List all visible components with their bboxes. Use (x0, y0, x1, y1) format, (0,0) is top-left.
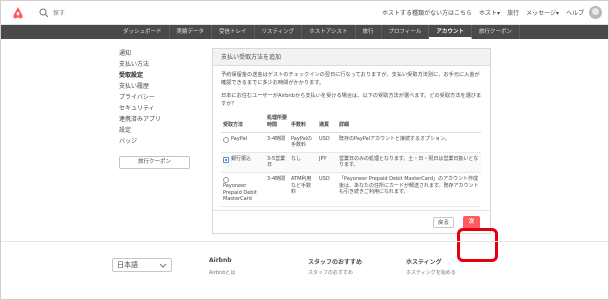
sidebar-item-privacy[interactable]: プライバシー (119, 92, 199, 103)
payout-method-label: 銀行振込 (231, 155, 252, 162)
sidebar-item-settings[interactable]: 設定 (119, 125, 199, 136)
table-row[interactable]: Payoneer Prepaid Debit MasterCard 3-4時間 … (221, 172, 481, 207)
nav-tab-stats[interactable]: 実績データ (170, 25, 213, 39)
column-header-currency: 通貨 (317, 114, 337, 133)
column-header-details: 詳細 (337, 114, 481, 133)
back-button[interactable]: 戻る (432, 217, 454, 228)
payout-method-radio-paypal[interactable] (223, 136, 229, 143)
sidebar-item-connected-apps[interactable]: 連携済みアプリ (119, 114, 199, 125)
top-nav-help[interactable]: ヘルプ (566, 8, 584, 17)
dialog-title: 支払い受取方法を追加 (213, 49, 490, 66)
fee-cell: なし (289, 152, 317, 173)
next-button-highlight (457, 228, 498, 262)
language-select[interactable]: 日本語 (112, 258, 172, 272)
payout-methods-table: 受取方法 処理所要時間 手数料 通貨 詳細 PayPal 3-4時間 PayPa… (221, 114, 481, 207)
sidebar-item-security[interactable]: セキュリティ (119, 103, 199, 114)
nav-tab-account[interactable]: アカウント (429, 25, 472, 39)
processing-time-cell: 3-4時間 (265, 132, 289, 153)
column-header-method: 受取方法 (221, 114, 265, 133)
payout-method-label: PayPal (231, 135, 248, 142)
footer-link[interactable]: Airbnbとは (209, 269, 235, 276)
currency-cell: USD (317, 172, 337, 207)
nav-tab-dashboard[interactable]: ダッシュボード (116, 25, 170, 39)
sidebar-item-notifications[interactable]: 通知 (119, 48, 199, 59)
nav-tab-host-assist[interactable]: ホストアシスト (302, 25, 356, 39)
details-cell: 既存のPayPalアカウントと接続するオプション。 (337, 132, 481, 153)
account-sidebar: 通知 支払い方法 受取設定 支払い履歴 プライバシー セキュリティ 連携済みアプ… (119, 48, 199, 169)
fee-cell: ATM利用など手数料 (289, 172, 317, 207)
sidebar-item-transaction-history[interactable]: 支払い履歴 (119, 81, 199, 92)
nav-tab-trips[interactable]: 旅行 (356, 25, 382, 39)
nav-tab-profile[interactable]: プロフィール (382, 25, 430, 39)
nav-tab-inbox[interactable]: 受信トレイ (212, 25, 255, 39)
payout-method-label: Payoneer Prepaid Debit MasterCard (223, 182, 257, 203)
currency-cell: JPY (317, 152, 337, 173)
language-select-value: 日本語 (117, 261, 138, 269)
processing-time-cell: 3-4時間 (265, 172, 289, 207)
airbnb-logo-icon[interactable] (11, 6, 25, 20)
footer-heading-airbnb: Airbnb (209, 257, 232, 264)
footer-link[interactable]: スタッフのおすすめ (308, 269, 353, 276)
currency-cell: USD (317, 132, 337, 153)
dialog-question-text: 日本にお住むユーザーがAirbnbから支払いを受ける場合は、以下の受取方法が選べ… (221, 93, 482, 107)
processing-time-cell: 3-5営業日 (265, 152, 289, 173)
dialog-footer: 戻る 次 (213, 210, 490, 233)
nav-tab-listings[interactable]: リスティング (255, 25, 303, 39)
payout-method-radio-bank-transfer[interactable] (223, 156, 229, 163)
footer-heading-hosting: ホスティング (406, 259, 442, 266)
dialog-intro-text: 予約保留金の送金はゲストのチェックインの翌日に行なっておりますが、支払い受取方法… (221, 72, 480, 86)
footer-link[interactable]: ホスティングを始める (406, 269, 456, 276)
chevron-down-icon (159, 263, 167, 268)
top-nav-host[interactable]: ホスト▾ (479, 8, 500, 17)
fee-cell: PayPalの手数料 (289, 132, 317, 153)
app-window: 探す ホストする種類がない方はこちら ホスト▾ 旅行 メッセージ▾ ヘルプ ダッ… (0, 0, 609, 300)
details-cell: 営業日のみの処理となります。土・日・祝日は営業日扱いとなります。 (337, 152, 481, 173)
column-header-fee: 手数料 (289, 114, 317, 133)
top-nav-trips[interactable]: 旅行 (507, 8, 519, 17)
travel-coupon-button[interactable]: 旅行クーポン (119, 156, 190, 169)
table-row[interactable]: 銀行振込 3-5営業日 なし JPY 営業日のみの処理となります。土・日・祝日は… (221, 152, 481, 173)
nav-tab-travel-coupon[interactable]: 旅行クーポン (472, 25, 520, 39)
sidebar-item-payment-methods[interactable]: 支払い方法 (119, 59, 199, 70)
add-payout-method-dialog: 支払い受取方法を追加 予約保留金の送金はゲストのチェックインの翌日に行なっており… (212, 48, 491, 234)
top-nav-host-prompt[interactable]: ホストする種類がない方はこちら (382, 8, 472, 17)
dashboard-nav: ダッシュボード 実績データ 受信トレイ リスティング ホストアシスト 旅行 プロ… (1, 25, 608, 39)
top-nav-messages[interactable]: メッセージ▾ (526, 8, 559, 17)
details-cell: 「Payoneer Prepaid Debit MasterCard」のアカウン… (337, 172, 481, 207)
search-input[interactable]: 探す (53, 8, 65, 17)
footer-heading-staff-picks: スタッフのおすすめ (308, 259, 363, 266)
sidebar-item-badges[interactable]: バッジ (119, 136, 199, 147)
sidebar-item-payout-preferences[interactable]: 受取設定 (119, 70, 199, 81)
top-nav: ホストする種類がない方はこちら ホスト▾ 旅行 メッセージ▾ ヘルプ (382, 8, 584, 17)
top-bar: 探す ホストする種類がない方はこちら ホスト▾ 旅行 メッセージ▾ ヘルプ (1, 1, 608, 25)
avatar[interactable] (589, 6, 602, 19)
column-header-processing-time: 処理所要時間 (265, 114, 289, 133)
search-icon (39, 8, 49, 18)
footer-divider (1, 241, 608, 242)
table-row[interactable]: PayPal 3-4時間 PayPalの手数料 USD 既存のPayPalアカウ… (221, 132, 481, 153)
